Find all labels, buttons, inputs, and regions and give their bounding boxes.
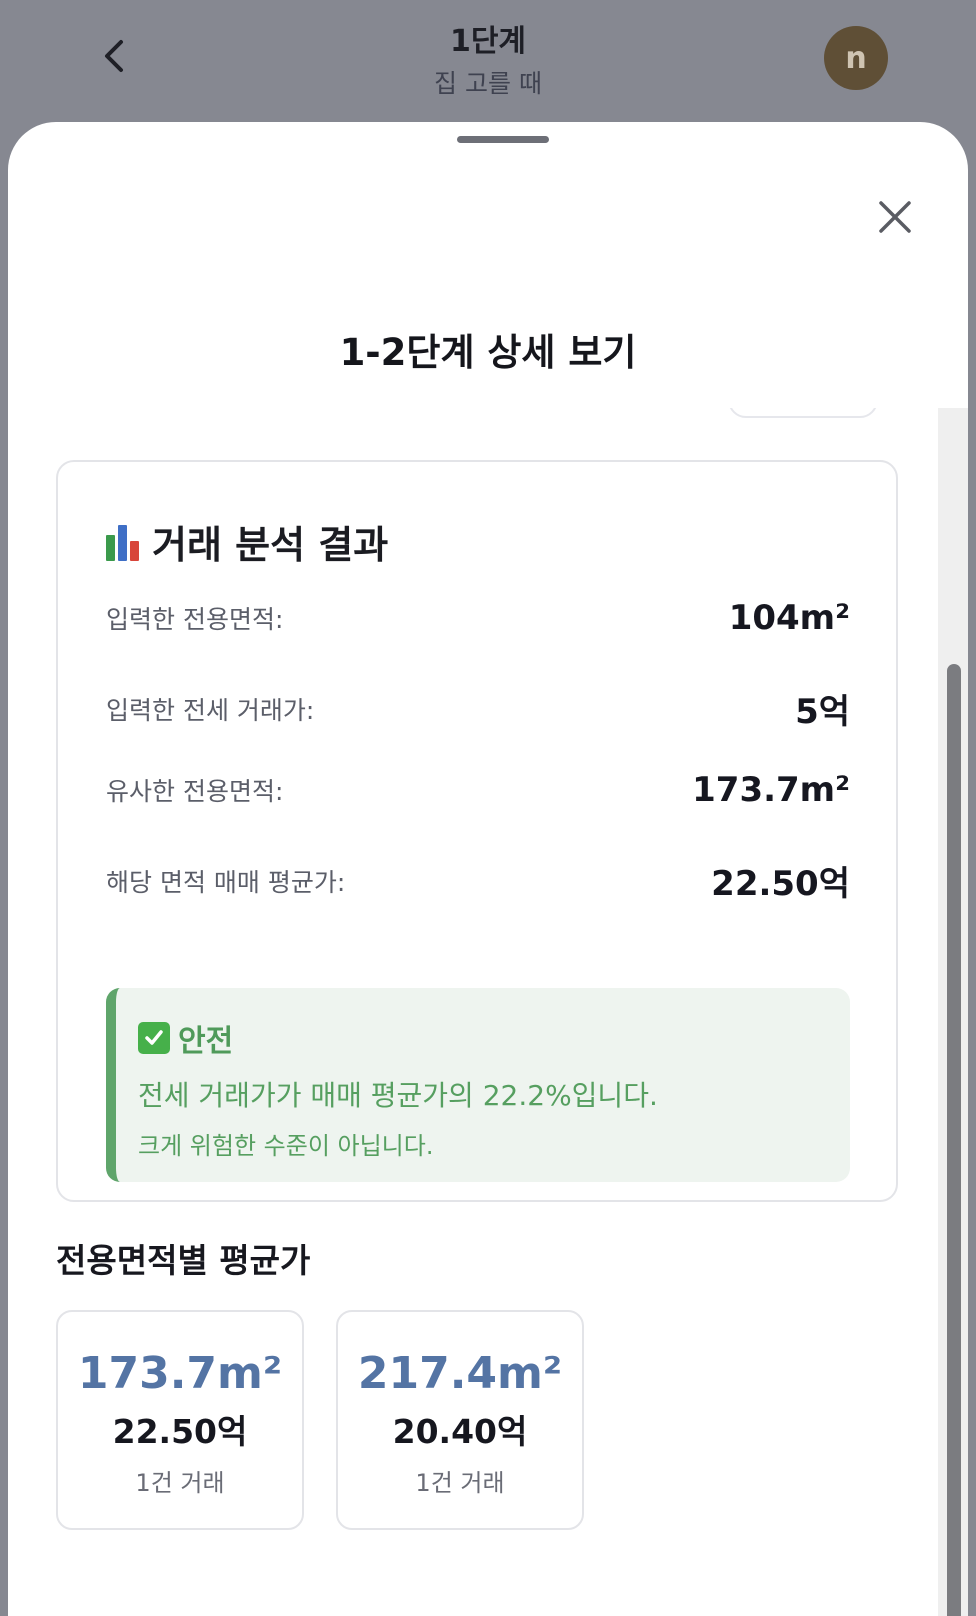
row-label: 입력한 전세 거래가: xyxy=(106,695,315,725)
row-value: 5억 xyxy=(795,692,850,732)
result-message: 전세 거래가가 매매 평균가의 22.2%입니다. xyxy=(138,1079,658,1112)
scrollbar-thumb[interactable] xyxy=(947,664,961,1616)
analysis-title: 거래 분석 결과 xyxy=(152,523,389,567)
area-card[interactable]: 173.7m² 22.50억 1건 거래 xyxy=(56,1310,304,1530)
result-status: 안전 xyxy=(138,1016,233,1060)
avatar[interactable]: n xyxy=(824,26,888,90)
status-text: 안전 xyxy=(178,1024,234,1059)
area-price: 22.50억 xyxy=(112,1412,248,1451)
analysis-heading: 거래 분석 결과 xyxy=(106,514,388,569)
row-value: 173.7m² xyxy=(692,770,850,810)
close-button[interactable] xyxy=(870,192,920,242)
area-count: 1건 거래 xyxy=(135,1469,225,1497)
result-note: 크게 위험한 수준이 아닙니다. xyxy=(138,1132,434,1160)
area-size: 173.7m² xyxy=(77,1348,283,1399)
row-label: 해당 면적 매매 평균가: xyxy=(106,867,346,897)
analysis-card: 거래 분석 결과 입력한 전용면적: 104m² 입력한 전세 거래가: 5억 … xyxy=(56,460,898,1202)
row-label: 유사한 전용면적: xyxy=(106,777,284,806)
check-box-icon xyxy=(138,1022,170,1054)
row-value: 22.50억 xyxy=(711,864,850,904)
bottom-sheet: 1-2단계 상세 보기 거래 분석 결과 입력한 전용면적: 104m² 입력한… xyxy=(8,122,968,1616)
row-input-jeonse: 입력한 전세 거래가: 5억 xyxy=(106,684,850,733)
row-input-area: 입력한 전용면적: 104m² xyxy=(106,598,850,638)
sheet-title: 1-2단계 상세 보기 xyxy=(339,331,637,374)
sheet-scroll-area[interactable]: 거래 분석 결과 입력한 전용면적: 104m² 입력한 전세 거래가: 5억 … xyxy=(8,408,968,1616)
top-header: 1단계 집 고를 때 n xyxy=(0,0,976,122)
bar-chart-icon xyxy=(106,523,140,561)
area-price: 20.40억 xyxy=(392,1412,528,1451)
area-count: 1건 거래 xyxy=(415,1469,505,1497)
row-value: 104m² xyxy=(728,598,850,638)
close-icon xyxy=(879,201,911,233)
area-size: 217.4m² xyxy=(357,1348,563,1399)
row-similar-area: 유사한 전용면적: 173.7m² xyxy=(106,770,850,810)
partially-hidden-element xyxy=(728,408,878,418)
area-card[interactable]: 217.4m² 20.40억 1건 거래 xyxy=(336,1310,584,1530)
row-average-price: 해당 면적 매매 평균가: 22.50억 xyxy=(106,856,850,905)
area-section-title: 전용면적별 평균가 xyxy=(56,1241,311,1280)
result-box: 안전 전세 거래가가 매매 평균가의 22.2%입니다. 크게 위험한 수준이 … xyxy=(106,988,850,1182)
sheet-grabber[interactable] xyxy=(457,136,549,143)
row-label: 입력한 전용면적: xyxy=(106,605,284,634)
